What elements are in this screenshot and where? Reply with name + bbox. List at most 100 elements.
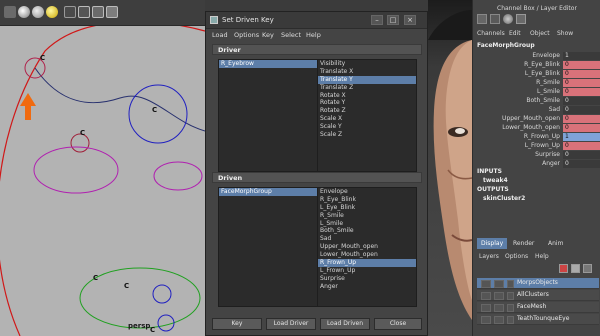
list-item[interactable]: Translate Y — [318, 75, 416, 84]
list-item[interactable]: Translate Z — [318, 84, 416, 92]
driver-attributes-list[interactable]: Visibility Translate X Translate Y Translat… — [317, 59, 417, 172]
list-item[interactable]: L_Eye_Blink — [318, 204, 416, 212]
load-driven-button[interactable]: Load Driven — [320, 318, 370, 330]
channel-attribute-name[interactable]: R_Smile — [536, 79, 560, 86]
eye-control-circle[interactable] — [128, 84, 188, 144]
channel-attribute-name[interactable]: Both_Smile — [526, 97, 560, 104]
dialog-titlebar[interactable]: Set Driven Key – □ × — [206, 12, 427, 29]
list-item[interactable]: R_Eyebrow — [219, 60, 317, 68]
brow-curve[interactable] — [34, 67, 205, 132]
list-item[interactable]: Scale X — [318, 115, 416, 123]
list-item[interactable]: Scale Y — [318, 123, 416, 131]
driven-attributes-list[interactable]: Envelope R_Eye_Blink L_Eye_Blink R_Smile L_S… — [317, 187, 417, 307]
channel-attribute-value[interactable]: 0 — [563, 79, 600, 87]
channel-attribute-value[interactable]: 1 — [563, 133, 600, 141]
tab-render[interactable]: Render — [513, 240, 534, 247]
list-item[interactable]: Both_Smile — [318, 227, 416, 235]
maximize-icon[interactable]: □ — [387, 15, 399, 25]
list-item[interactable]: FaceMorphGroup — [219, 188, 317, 196]
layer-row[interactable]: MorpsObjects — [477, 278, 599, 289]
visibility-toggle[interactable] — [481, 292, 491, 300]
channel-attribute-value[interactable]: 0 — [563, 124, 600, 132]
visibility-toggle[interactable] — [481, 316, 491, 324]
layer-color-swatch[interactable] — [507, 304, 514, 312]
channel-attribute-value[interactable]: 0 — [563, 151, 600, 159]
menu-layers[interactable]: Layers — [479, 253, 499, 260]
head-outline-curve[interactable] — [0, 26, 205, 336]
input-node[interactable]: tweak4 — [483, 177, 508, 184]
camera-icon[interactable] — [64, 6, 76, 18]
output-node[interactable]: skinCluster2 — [483, 195, 525, 202]
list-item[interactable]: Scale Z — [318, 131, 416, 139]
template-toggle[interactable] — [494, 304, 504, 312]
layer-row[interactable]: FaceMesh — [477, 302, 599, 313]
channel-attribute-name[interactable]: L_Frown_Up — [525, 142, 560, 149]
list-item[interactable]: R_Frown_Up — [318, 259, 416, 267]
cheek-ellipse[interactable] — [33, 146, 119, 194]
menu-key[interactable]: Key — [262, 31, 274, 39]
layer-color-swatch[interactable] — [507, 280, 514, 288]
list-item[interactable]: Surprise — [318, 275, 416, 283]
channel-attribute-value[interactable]: 1 — [563, 52, 600, 60]
attribute-editor-tab-icon[interactable] — [490, 14, 500, 24]
solid-cube-icon[interactable] — [92, 6, 104, 18]
layer-row[interactable]: TeathTounqueEye — [477, 314, 599, 325]
channel-attribute-value[interactable]: 0 — [563, 97, 600, 105]
list-item[interactable]: Translate X — [318, 68, 416, 76]
new-layer-selected-icon[interactable] — [571, 264, 580, 273]
mouth-control-circle[interactable] — [152, 284, 172, 304]
layer-color-swatch[interactable] — [507, 316, 514, 324]
perspective-viewport[interactable]: C C C C C C — [0, 26, 205, 336]
menu-options[interactable]: Options — [505, 253, 528, 260]
new-layer-icon[interactable] — [559, 264, 568, 273]
close-button[interactable]: Close — [374, 318, 422, 330]
list-item[interactable]: R_Smile — [318, 212, 416, 220]
layer-row[interactable]: AllClusters — [477, 290, 599, 301]
minimize-icon[interactable]: – — [371, 15, 383, 25]
viewport-canvas[interactable] — [0, 26, 205, 336]
light-bulb-icon[interactable] — [46, 6, 58, 18]
channel-attribute-name[interactable]: Anger — [542, 160, 560, 167]
channel-attribute-name[interactable]: Sad — [549, 106, 560, 113]
cheek-ellipse-right[interactable] — [153, 161, 203, 191]
channel-attribute-value[interactable]: 0 — [563, 88, 600, 96]
channel-attribute-name[interactable]: Envelope — [532, 52, 560, 59]
menu-help[interactable]: Help — [306, 31, 321, 39]
list-item[interactable]: Envelope — [318, 188, 416, 196]
driven-objects-list[interactable]: FaceMorphGroup — [218, 187, 318, 307]
channel-box-tab-icon[interactable] — [477, 14, 487, 24]
wireframe-cube-icon[interactable] — [78, 6, 90, 18]
layer-color-swatch[interactable] — [507, 292, 514, 300]
menu-options[interactable]: Options — [234, 31, 259, 39]
list-item[interactable]: Upper_Mouth_open — [318, 243, 416, 251]
channel-attribute-value[interactable]: 0 — [563, 142, 600, 150]
list-item[interactable]: Rotate X — [318, 92, 416, 100]
menu-object[interactable]: Object — [530, 30, 550, 37]
load-driver-button[interactable]: Load Driver — [266, 318, 316, 330]
channel-attribute-name[interactable]: Lower_Mouth_open — [502, 124, 560, 131]
layer-editor-tab-icon[interactable] — [516, 14, 526, 24]
tab-anim[interactable]: Anim — [548, 240, 563, 247]
menu-load[interactable]: Load — [212, 31, 228, 39]
channel-attribute-value[interactable]: 0 — [563, 106, 600, 114]
list-item[interactable]: R_Eye_Blink — [318, 196, 416, 204]
list-item[interactable]: Rotate Y — [318, 99, 416, 107]
object-name[interactable]: FaceMorphGroup — [477, 42, 535, 49]
shading-icon[interactable] — [32, 6, 44, 18]
template-toggle[interactable] — [494, 292, 504, 300]
textured-cube-icon[interactable] — [106, 6, 118, 18]
close-icon[interactable]: × — [404, 15, 416, 25]
grid-icon[interactable] — [4, 6, 16, 18]
list-item[interactable]: L_Frown_Up — [318, 267, 416, 275]
channel-attribute-name[interactable]: Upper_Mouth_open — [502, 115, 560, 122]
list-item[interactable]: Anger — [318, 283, 416, 291]
list-item[interactable]: Lower_Mouth_open — [318, 251, 416, 259]
template-toggle[interactable] — [494, 316, 504, 324]
list-item[interactable]: L_Smile — [318, 220, 416, 228]
list-item[interactable]: Visibility — [318, 60, 416, 68]
driver-objects-list[interactable]: R_Eyebrow — [218, 59, 318, 172]
list-item[interactable]: Rotate Z — [318, 107, 416, 115]
channel-attribute-name[interactable]: R_Frown_Up — [524, 133, 560, 140]
key-button[interactable]: Key — [212, 318, 262, 330]
menu-help[interactable]: Help — [535, 253, 549, 260]
